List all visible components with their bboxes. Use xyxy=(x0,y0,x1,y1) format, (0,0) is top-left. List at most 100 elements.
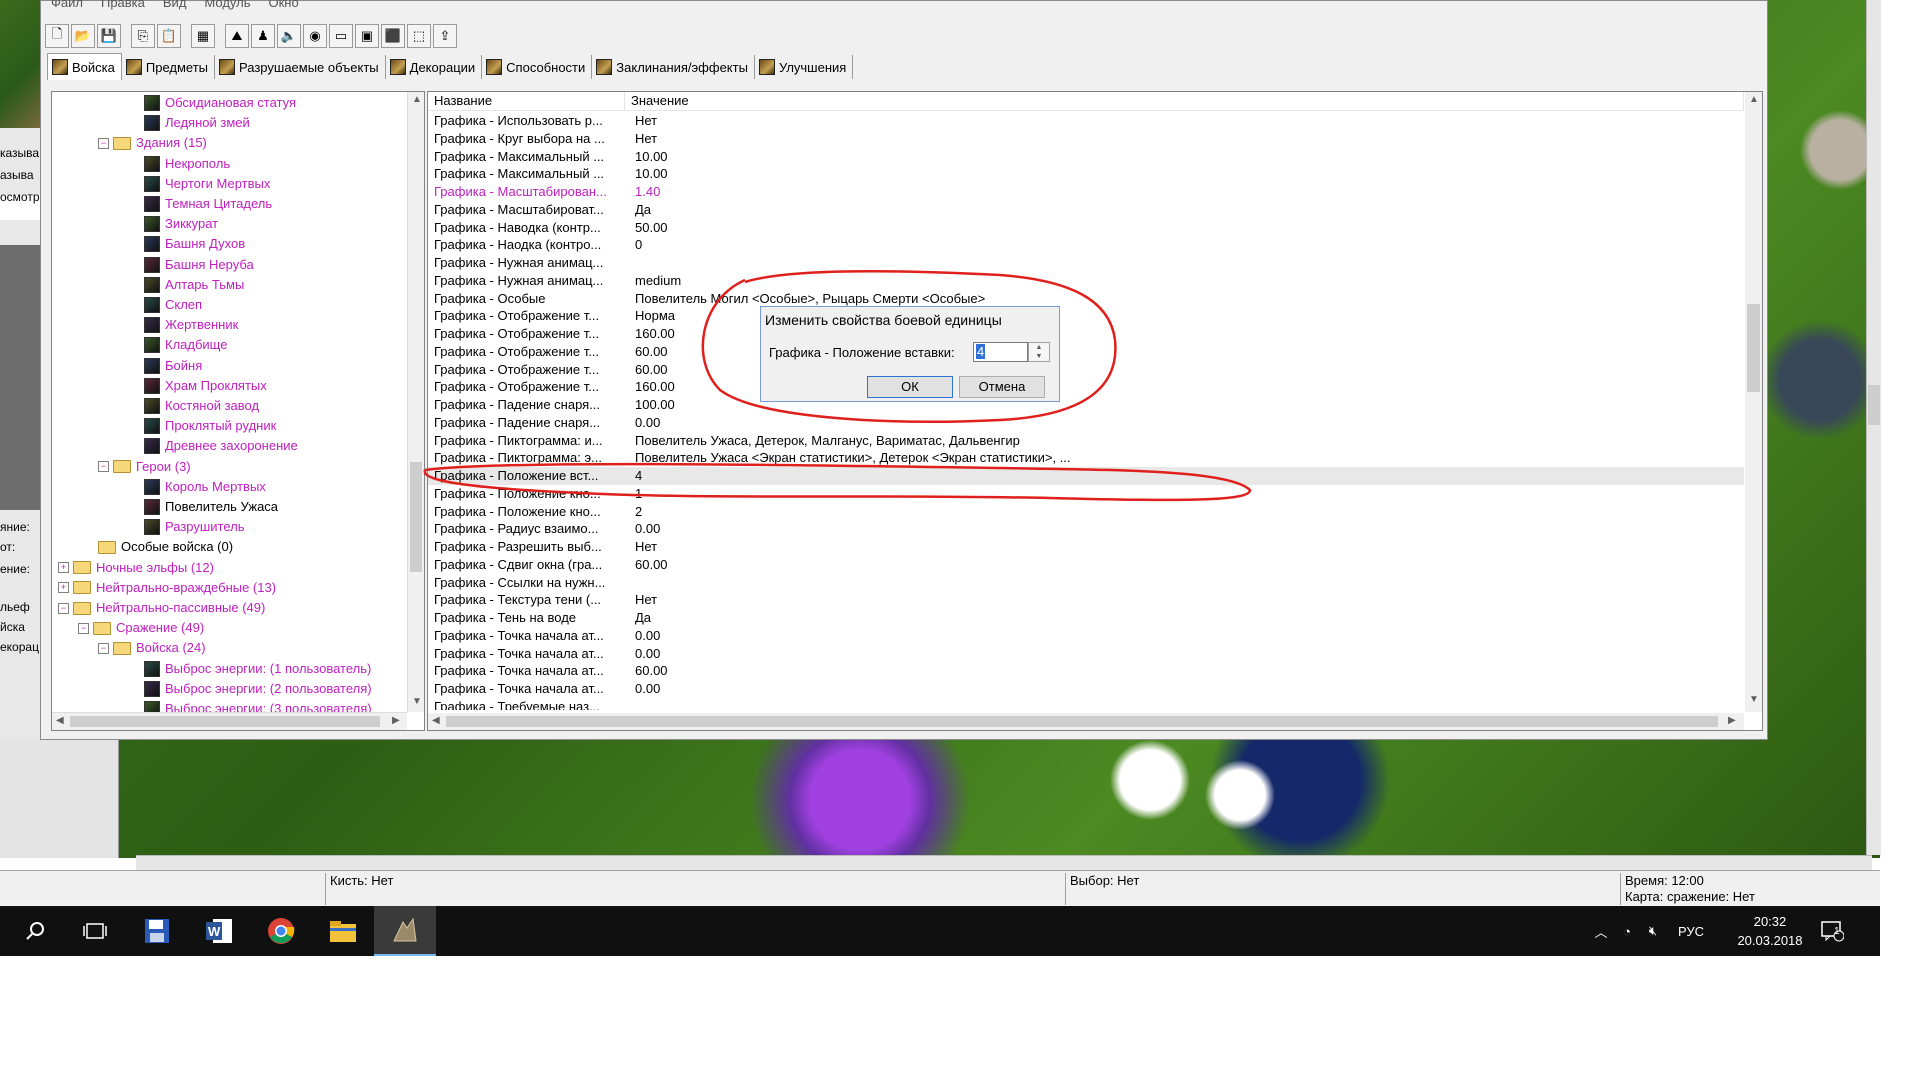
property-row[interactable]: Графика - Отображение т... 160.00 xyxy=(428,325,1744,343)
property-row[interactable]: Графика - Использовать р... Нет xyxy=(428,112,1744,130)
tree-item[interactable]: Обсидиановая статуя xyxy=(144,93,296,113)
property-row[interactable]: Графика - Точка начала ат... 0.00 xyxy=(428,627,1744,645)
tree-item[interactable]: Выброс энергии: (3 пользователя) xyxy=(144,699,372,712)
tab-4[interactable]: Способности xyxy=(482,55,593,79)
tree-item[interactable]: Чертоги Мертвых xyxy=(144,174,270,194)
collapse-icon[interactable]: − xyxy=(78,622,89,634)
property-row[interactable]: Графика - Особые Повелитель Могил <Особые… xyxy=(428,290,1744,308)
ok-button[interactable]: ОК xyxy=(867,376,953,398)
property-row[interactable]: Графика - Точка начала ат... 0.00 xyxy=(428,645,1744,663)
ai-icon[interactable]: ⬚ xyxy=(407,24,431,48)
cancel-button[interactable]: Отмена xyxy=(959,376,1045,398)
tree-folder[interactable]: − Сражение (49) xyxy=(78,618,204,638)
tab-3[interactable]: Декорации xyxy=(386,55,483,79)
tree-item[interactable]: Алтарь Тьмы xyxy=(144,275,244,295)
world-editor-icon[interactable] xyxy=(374,906,436,956)
input-value[interactable]: 4 xyxy=(976,344,986,359)
property-row[interactable]: Графика - Наодка (контро... 0 xyxy=(428,236,1744,254)
property-row[interactable]: Графика - Нужная анимац... xyxy=(428,254,1744,272)
menu-item-1[interactable]: Правка xyxy=(101,0,145,15)
property-row[interactable]: Графика - Круг выбора на ... Нет xyxy=(428,130,1744,148)
test-map-icon[interactable]: ⇪ xyxy=(433,24,457,48)
notifications-icon[interactable]: 1 xyxy=(1820,906,1844,956)
explorer-icon[interactable] xyxy=(312,906,374,956)
menu-item-4[interactable]: Окно xyxy=(269,0,299,15)
spin-up-icon[interactable]: ▲ xyxy=(1029,343,1049,352)
property-row[interactable]: Графика - Пиктограмма: э... Повелитель Уж… xyxy=(428,449,1744,467)
insert-position-input[interactable]: 4 xyxy=(973,342,1028,362)
list-horizontal-scrollbar[interactable]: ◀ ▶ xyxy=(428,713,1744,730)
collapse-icon[interactable]: − xyxy=(98,642,109,654)
property-row[interactable]: Графика - Пиктограмма: и... Повелитель Уж… xyxy=(428,432,1744,450)
column-header-value[interactable]: Значение xyxy=(625,92,1744,110)
property-row[interactable]: Графика - Масштабирован... 1.40 xyxy=(428,183,1744,201)
list-vertical-scrollbar[interactable]: ▲ ▼ xyxy=(1745,92,1762,712)
search-icon[interactable] xyxy=(4,906,66,956)
expand-icon[interactable]: + xyxy=(58,582,69,594)
tree-item[interactable]: Башня Духов xyxy=(144,234,245,254)
import-icon[interactable]: ▣ xyxy=(355,24,379,48)
property-row[interactable]: Графика - Положение вст... 4 xyxy=(428,467,1744,485)
floppy-app-icon[interactable] xyxy=(126,906,188,956)
tree-item[interactable]: Бойня xyxy=(144,356,202,376)
save-icon[interactable]: 💾 xyxy=(97,24,121,48)
object-editor-icon[interactable]: ◉ xyxy=(303,24,327,48)
tree-item[interactable]: Храм Проклятых xyxy=(144,376,267,396)
collapse-icon[interactable]: − xyxy=(98,461,109,473)
spin-down-icon[interactable]: ▼ xyxy=(1029,352,1049,361)
property-row[interactable]: Графика - Отображение т... 160.00 xyxy=(428,378,1744,396)
tree-horizontal-scrollbar[interactable]: ◀ ▶ xyxy=(52,712,407,730)
property-row[interactable]: Графика - Тень на воде Да xyxy=(428,609,1744,627)
menu-item-2[interactable]: Вид xyxy=(163,0,187,15)
property-row[interactable]: Графика - Наводка (контр... 50.00 xyxy=(428,219,1744,237)
tree-folder[interactable]: − Нейтрально-пассивные (49) xyxy=(58,598,265,618)
tree-folder[interactable]: − Войска (24) xyxy=(98,638,206,658)
tree-item[interactable]: Зиккурат xyxy=(144,214,218,234)
property-row[interactable]: Графика - Ссылки на нужн... xyxy=(428,574,1744,592)
unit-icon[interactable]: ♟ xyxy=(251,24,275,48)
tree-item[interactable]: Выброс энергии: (1 пользователь) xyxy=(144,659,371,679)
trigger-icon[interactable]: ▭ xyxy=(329,24,353,48)
tab-6[interactable]: Улучшения xyxy=(755,55,854,79)
tree-item[interactable]: Разрушитель xyxy=(144,517,245,537)
value-spinner[interactable]: ▲ ▼ xyxy=(1028,342,1050,362)
tree-item[interactable]: Темная Цитадель xyxy=(144,194,272,214)
tree-folder[interactable]: + Ночные эльфы (12) xyxy=(58,558,214,578)
chevron-up-icon[interactable]: ︿ xyxy=(1588,922,1614,941)
property-row[interactable]: Графика - Отображение т... 60.00 xyxy=(428,343,1744,361)
collapse-icon[interactable]: − xyxy=(58,602,69,614)
property-row[interactable]: Графика - Разрешить выб... Нет xyxy=(428,538,1744,556)
property-row[interactable]: Графика - Положение кно... 2 xyxy=(428,503,1744,521)
taskbar-clock[interactable]: 20:32 20.03.2018 xyxy=(1730,912,1810,950)
tree-folder[interactable]: Особые войска (0) xyxy=(98,537,233,557)
collapse-icon[interactable]: − xyxy=(98,137,109,149)
sound-icon[interactable]: 🔈 xyxy=(277,24,301,48)
property-row[interactable]: Графика - Точка начала ат... 60.00 xyxy=(428,662,1744,680)
property-row[interactable]: Графика - Максимальный ... 10.00 xyxy=(428,165,1744,183)
minimap[interactable] xyxy=(0,0,42,128)
tree-item[interactable]: Башня Неруба xyxy=(144,255,254,275)
tree-item[interactable]: Древнее захоронение xyxy=(144,436,298,456)
property-row[interactable]: Графика - Положение кно... 1 xyxy=(428,485,1744,503)
property-row[interactable]: Графика - Радиус взаимо... 0.00 xyxy=(428,520,1744,538)
tab-1[interactable]: Предметы xyxy=(122,55,216,79)
menu-item-3[interactable]: Модуль xyxy=(204,0,250,15)
select-icon[interactable]: ▦ xyxy=(191,24,215,48)
word-icon[interactable]: W xyxy=(188,906,250,956)
property-row[interactable]: Графика - Отображение т... Норма xyxy=(428,307,1744,325)
property-row[interactable]: Графика - Точка начала ат... 0.00 xyxy=(428,680,1744,698)
volume-muted-icon[interactable]: 🔇︎ xyxy=(1640,923,1666,939)
tab-5[interactable]: Заклинания/эффекты xyxy=(592,55,755,79)
tree-item[interactable]: Выброс энергии: (2 пользователя) xyxy=(144,679,372,699)
object-tree[interactable]: Обсидиановая статуя Ледяной змей − Здания (… xyxy=(51,91,425,731)
open-folder-icon[interactable]: 📂 xyxy=(71,24,95,48)
tree-item[interactable]: Жертвенник xyxy=(144,315,238,335)
tree-folder[interactable]: − Герои (3) xyxy=(98,457,191,477)
property-row[interactable]: Графика - Нужная анимац... medium xyxy=(428,272,1744,290)
property-row[interactable]: Графика - Требуемые наз... xyxy=(428,698,1744,710)
tab-0[interactable]: Войска xyxy=(47,53,122,80)
column-header-name[interactable]: Название xyxy=(428,92,625,110)
language-indicator[interactable]: РУС xyxy=(1678,924,1704,939)
tree-item[interactable]: Костяной завод xyxy=(144,396,259,416)
tree-item[interactable]: Король Мертвых xyxy=(144,477,266,497)
